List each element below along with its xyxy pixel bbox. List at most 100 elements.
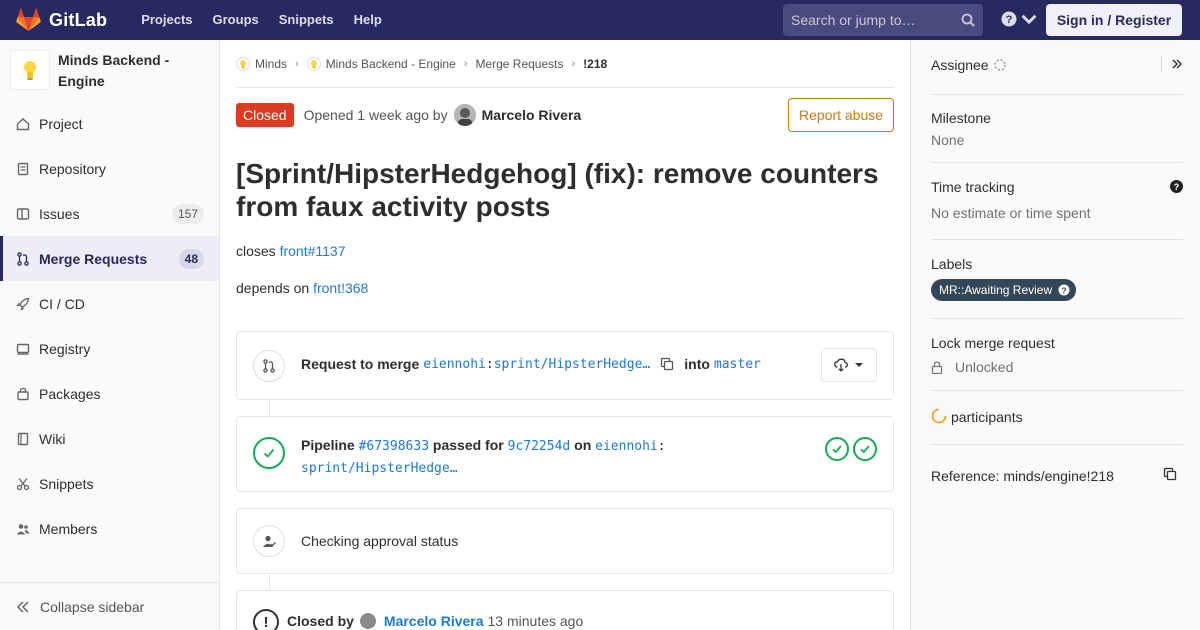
merge-request-description: Request to merge eiennohi: sprint/Hipster… bbox=[301, 356, 761, 372]
breadcrumb-minds[interactable]: Minds bbox=[236, 56, 288, 71]
search-icon bbox=[961, 13, 975, 27]
question-icon[interactable]: ? bbox=[1170, 180, 1183, 193]
nav-help[interactable]: Help bbox=[344, 0, 392, 40]
top-navbar: GitLab Projects Groups Snippets Help Sea… bbox=[0, 0, 1200, 40]
sidebar-item-label: Wiki bbox=[39, 430, 66, 447]
sign-in-button[interactable]: Sign in / Register bbox=[1046, 4, 1182, 36]
sidebar-item-packages[interactable]: Packages bbox=[0, 371, 219, 416]
depends-mr-link[interactable]: front!368 bbox=[313, 280, 368, 296]
question-icon: ? bbox=[1058, 284, 1070, 296]
nav-groups[interactable]: Groups bbox=[203, 0, 269, 40]
project-header[interactable]: Minds Backend - Engine bbox=[0, 40, 219, 101]
breadcrumb-label: Minds bbox=[255, 56, 288, 71]
main-content: Minds › Minds Backend - Engine › Merge R… bbox=[236, 40, 894, 630]
description-closes: closes front#1137 bbox=[236, 243, 345, 259]
commit-link[interactable]: 9c72254d bbox=[508, 439, 571, 454]
caret-down-icon bbox=[855, 363, 863, 367]
pipeline-description: Pipeline #67398633 passed for 9c72254d o… bbox=[301, 435, 721, 479]
sidebar-item-members[interactable]: Members bbox=[0, 506, 219, 551]
stage-passed-icon[interactable] bbox=[825, 437, 849, 461]
main-nav: Projects Groups Snippets Help bbox=[131, 0, 392, 40]
question-icon: ? bbox=[1001, 11, 1017, 27]
merge-request-widget: Request to merge eiennohi: sprint/Hipster… bbox=[236, 331, 894, 400]
milestone-block[interactable]: Milestone None bbox=[931, 95, 1183, 163]
label-text: MR::Awaiting Review bbox=[939, 283, 1053, 297]
approval-widget: Checking approval status bbox=[236, 508, 894, 574]
copy-icon[interactable] bbox=[1163, 467, 1177, 481]
breadcrumb-current[interactable]: !218 bbox=[583, 57, 607, 71]
collapse-sidebar-button[interactable]: Collapse sidebar bbox=[0, 582, 219, 630]
stage-passed-icon[interactable] bbox=[853, 437, 877, 461]
sidebar-item-project[interactable]: Project bbox=[0, 101, 219, 146]
gitlab-logo-link[interactable]: GitLab bbox=[16, 0, 107, 40]
issues-icon bbox=[16, 207, 30, 220]
source-user-link[interactable]: eiennohi bbox=[423, 357, 486, 372]
merge-request-icon bbox=[253, 350, 285, 382]
assignee-block: Assignee bbox=[931, 40, 1183, 95]
nav-projects[interactable]: Projects bbox=[131, 0, 202, 40]
sidebar-item-merge-requests[interactable]: Merge Requests 48 bbox=[0, 236, 219, 281]
breadcrumb-project[interactable]: Minds Backend - Engine bbox=[306, 56, 456, 71]
labels-label: Labels bbox=[931, 256, 973, 272]
project-name: Minds Backend - Engine bbox=[58, 52, 170, 89]
scissors-icon bbox=[16, 477, 30, 490]
copy-icon[interactable] bbox=[660, 357, 674, 371]
lightbulb-icon bbox=[236, 56, 250, 71]
pipeline-id-link[interactable]: #67398633 bbox=[359, 439, 429, 454]
closes-issue-link[interactable]: front#1137 bbox=[280, 243, 346, 259]
search-input[interactable]: Search or jump to… bbox=[783, 4, 983, 36]
closer-author-link[interactable]: Marcelo Rivera bbox=[384, 613, 484, 629]
sidebar-item-label: Members bbox=[39, 520, 98, 537]
breadcrumb-label: Minds Backend - Engine bbox=[325, 56, 456, 71]
sidebar-item-wiki[interactable]: Wiki bbox=[0, 416, 219, 461]
collapse-sidebar-label: Collapse sidebar bbox=[40, 598, 145, 615]
timeline-connector bbox=[269, 400, 270, 416]
help-dropdown[interactable]: ? bbox=[1001, 11, 1037, 27]
book-icon bbox=[17, 432, 29, 445]
double-chevron-left-icon bbox=[16, 600, 29, 613]
pipeline-branch-link[interactable]: sprint/HipsterHedge… bbox=[301, 461, 458, 476]
sidebar-item-label: Merge Requests bbox=[39, 250, 148, 267]
closed-time: 13 minutes ago bbox=[487, 613, 584, 629]
sidebar-item-issues[interactable]: Issues 157 bbox=[0, 191, 219, 236]
sidebar-item-repository[interactable]: Repository bbox=[0, 146, 219, 191]
sidebar-item-label: Packages bbox=[39, 385, 101, 402]
label-awaiting-review[interactable]: MR::Awaiting Review ? bbox=[931, 279, 1077, 301]
check-circle-icon[interactable] bbox=[253, 437, 285, 469]
avatar[interactable] bbox=[359, 613, 376, 629]
expand-sidebar-icon[interactable] bbox=[1171, 58, 1183, 70]
closed-by-widget: ! Closed by Marcelo Rivera 13 minutes ag… bbox=[236, 590, 894, 630]
closed-by-description: Closed by Marcelo Rivera 13 minutes ago bbox=[287, 613, 583, 629]
pipeline-stages bbox=[825, 437, 877, 461]
svg-text:?: ? bbox=[1062, 285, 1067, 295]
sidebar-item-ci-cd[interactable]: CI / CD bbox=[0, 281, 219, 326]
container-icon bbox=[16, 343, 30, 355]
time-tracking-value: No estimate or time spent bbox=[931, 205, 1091, 221]
lock-label: Lock merge request bbox=[931, 335, 1055, 351]
target-branch-link[interactable]: master bbox=[714, 357, 761, 372]
sidebar-item-snippets[interactable]: Snippets bbox=[0, 461, 219, 506]
avatar[interactable] bbox=[453, 104, 476, 126]
source-branch-link[interactable]: sprint/HipsterHedge… bbox=[494, 357, 651, 372]
lightbulb-icon bbox=[24, 61, 36, 80]
lock-block: Lock merge request Unlocked bbox=[931, 319, 1183, 391]
breadcrumb-merge-requests[interactable]: Merge Requests bbox=[475, 57, 563, 71]
breadcrumb-label: !218 bbox=[583, 56, 608, 71]
nav-snippets[interactable]: Snippets bbox=[269, 0, 344, 40]
merge-requests-count-badge: 48 bbox=[178, 248, 204, 269]
download-dropdown-button[interactable] bbox=[821, 348, 877, 382]
lock-status[interactable]: Unlocked bbox=[931, 358, 1183, 376]
author-link[interactable]: Marcelo Rivera bbox=[482, 107, 582, 123]
sidebar-item-label: CI / CD bbox=[39, 295, 85, 312]
spinner-icon bbox=[931, 408, 947, 424]
pipeline-user-link[interactable]: eiennohi bbox=[595, 439, 658, 454]
depends-prefix: depends on bbox=[236, 280, 310, 296]
chevron-right-icon: › bbox=[295, 57, 299, 70]
sidebar-item-registry[interactable]: Registry bbox=[0, 326, 219, 371]
report-abuse-button[interactable]: Report abuse bbox=[788, 98, 894, 132]
approval-status-text: Checking approval status bbox=[301, 533, 459, 549]
colon-separator: : bbox=[657, 439, 666, 454]
sidebar-item-label: Snippets bbox=[39, 475, 94, 492]
spinner-icon bbox=[993, 59, 1006, 71]
page-title: [Sprint/HipsterHedgehog] (fix): remove c… bbox=[236, 158, 879, 222]
